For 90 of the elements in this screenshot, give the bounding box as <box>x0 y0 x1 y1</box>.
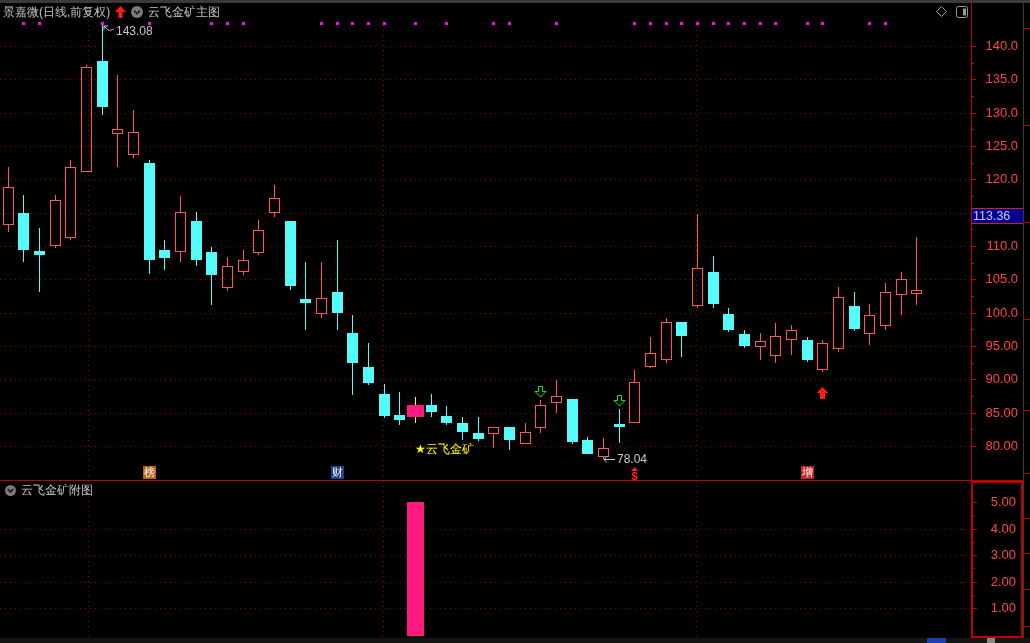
candle <box>34 227 45 293</box>
value-label: 3.00 <box>990 547 1016 563</box>
candle <box>379 383 390 419</box>
candle <box>786 324 797 356</box>
caret-icon <box>631 467 638 471</box>
candle <box>191 211 202 267</box>
candle <box>911 236 922 306</box>
event-badge: 榜 <box>143 466 156 479</box>
candle <box>833 286 844 353</box>
down-arrow-icon <box>534 386 547 398</box>
candle <box>128 109 139 159</box>
candle <box>661 317 672 364</box>
signal-stick <box>407 396 424 424</box>
price-label: 80.00 <box>985 438 1018 454</box>
candle <box>50 194 61 249</box>
price-label: 110.0 <box>986 238 1018 254</box>
low-price-label: 78.04 <box>617 452 648 466</box>
candle <box>363 342 374 386</box>
candle <box>159 239 170 271</box>
candle <box>645 336 656 369</box>
price-label: 95.00 <box>985 338 1018 354</box>
panel-toggle-icon[interactable] <box>956 5 968 18</box>
candle <box>18 194 29 263</box>
chevron-down-icon[interactable] <box>131 5 144 18</box>
candle <box>253 219 264 256</box>
up-arrow-icon[interactable] <box>115 5 127 18</box>
price-label: 130.0 <box>985 104 1018 121</box>
value-label: 1.00 <box>990 600 1016 616</box>
candle <box>551 379 562 414</box>
event-badge: 财 <box>331 466 344 479</box>
candle <box>426 393 437 418</box>
down-arrow-icon <box>613 395 626 407</box>
candle <box>676 321 687 358</box>
up-arrow-icon <box>816 387 829 399</box>
candle <box>723 307 734 333</box>
price-label: 135.0 <box>985 71 1018 88</box>
price-label: 85.00 <box>985 404 1018 421</box>
candle <box>535 399 546 434</box>
leader-arrow-icon <box>103 25 115 33</box>
sub-chart-title[interactable]: 云飞金矿附图 <box>21 483 93 497</box>
candle <box>739 329 750 349</box>
candle <box>222 256 233 292</box>
candle <box>269 184 280 218</box>
candle <box>849 291 860 332</box>
price-label: 120.0 <box>985 171 1018 188</box>
event-badge: 增 <box>801 466 814 479</box>
candle <box>567 398 578 445</box>
price-label: 105.0 <box>985 271 1018 288</box>
chevron-down-icon[interactable] <box>5 484 16 496</box>
value-label: 5.00 <box>990 494 1016 510</box>
candle <box>394 391 405 426</box>
candle <box>441 405 452 426</box>
signal-label: ★云飞金矿 <box>415 442 474 456</box>
candle <box>238 249 249 276</box>
candle <box>3 166 14 233</box>
candle <box>817 339 828 373</box>
candle <box>598 437 609 460</box>
candle <box>770 322 781 364</box>
price-label: 125.0 <box>985 138 1018 154</box>
price-label: 100.0 <box>985 304 1018 321</box>
candle <box>896 271 907 316</box>
candle <box>300 261 311 331</box>
leader-arrow-icon <box>603 455 616 463</box>
candle <box>488 427 499 449</box>
candle <box>629 369 640 423</box>
candle <box>457 416 468 441</box>
value-label: 4.00 <box>990 520 1016 537</box>
candle <box>614 408 625 444</box>
diamond-icon[interactable] <box>936 6 947 17</box>
candle <box>880 282 891 331</box>
candle <box>206 246 217 306</box>
chart-title: 景嘉微(日线,前复权) <box>3 4 111 19</box>
candle <box>285 220 296 291</box>
price-label: 140.0 <box>985 38 1018 54</box>
value-label: 2.00 <box>990 573 1016 590</box>
candle <box>864 303 875 346</box>
price-label: 90.00 <box>985 371 1018 388</box>
candle <box>504 426 515 451</box>
candle <box>520 422 531 444</box>
candle <box>802 336 813 363</box>
candle <box>175 195 186 263</box>
indicator-name[interactable]: 云飞金矿主图 <box>148 4 221 19</box>
current-price-label: 113.36 <box>972 208 1023 224</box>
candle <box>708 255 719 309</box>
candle <box>582 436 593 455</box>
candle <box>316 261 327 319</box>
candle <box>473 416 484 442</box>
high-price-label: 143.08 <box>116 25 153 37</box>
candle <box>755 332 766 361</box>
event-label: $ <box>631 471 638 481</box>
